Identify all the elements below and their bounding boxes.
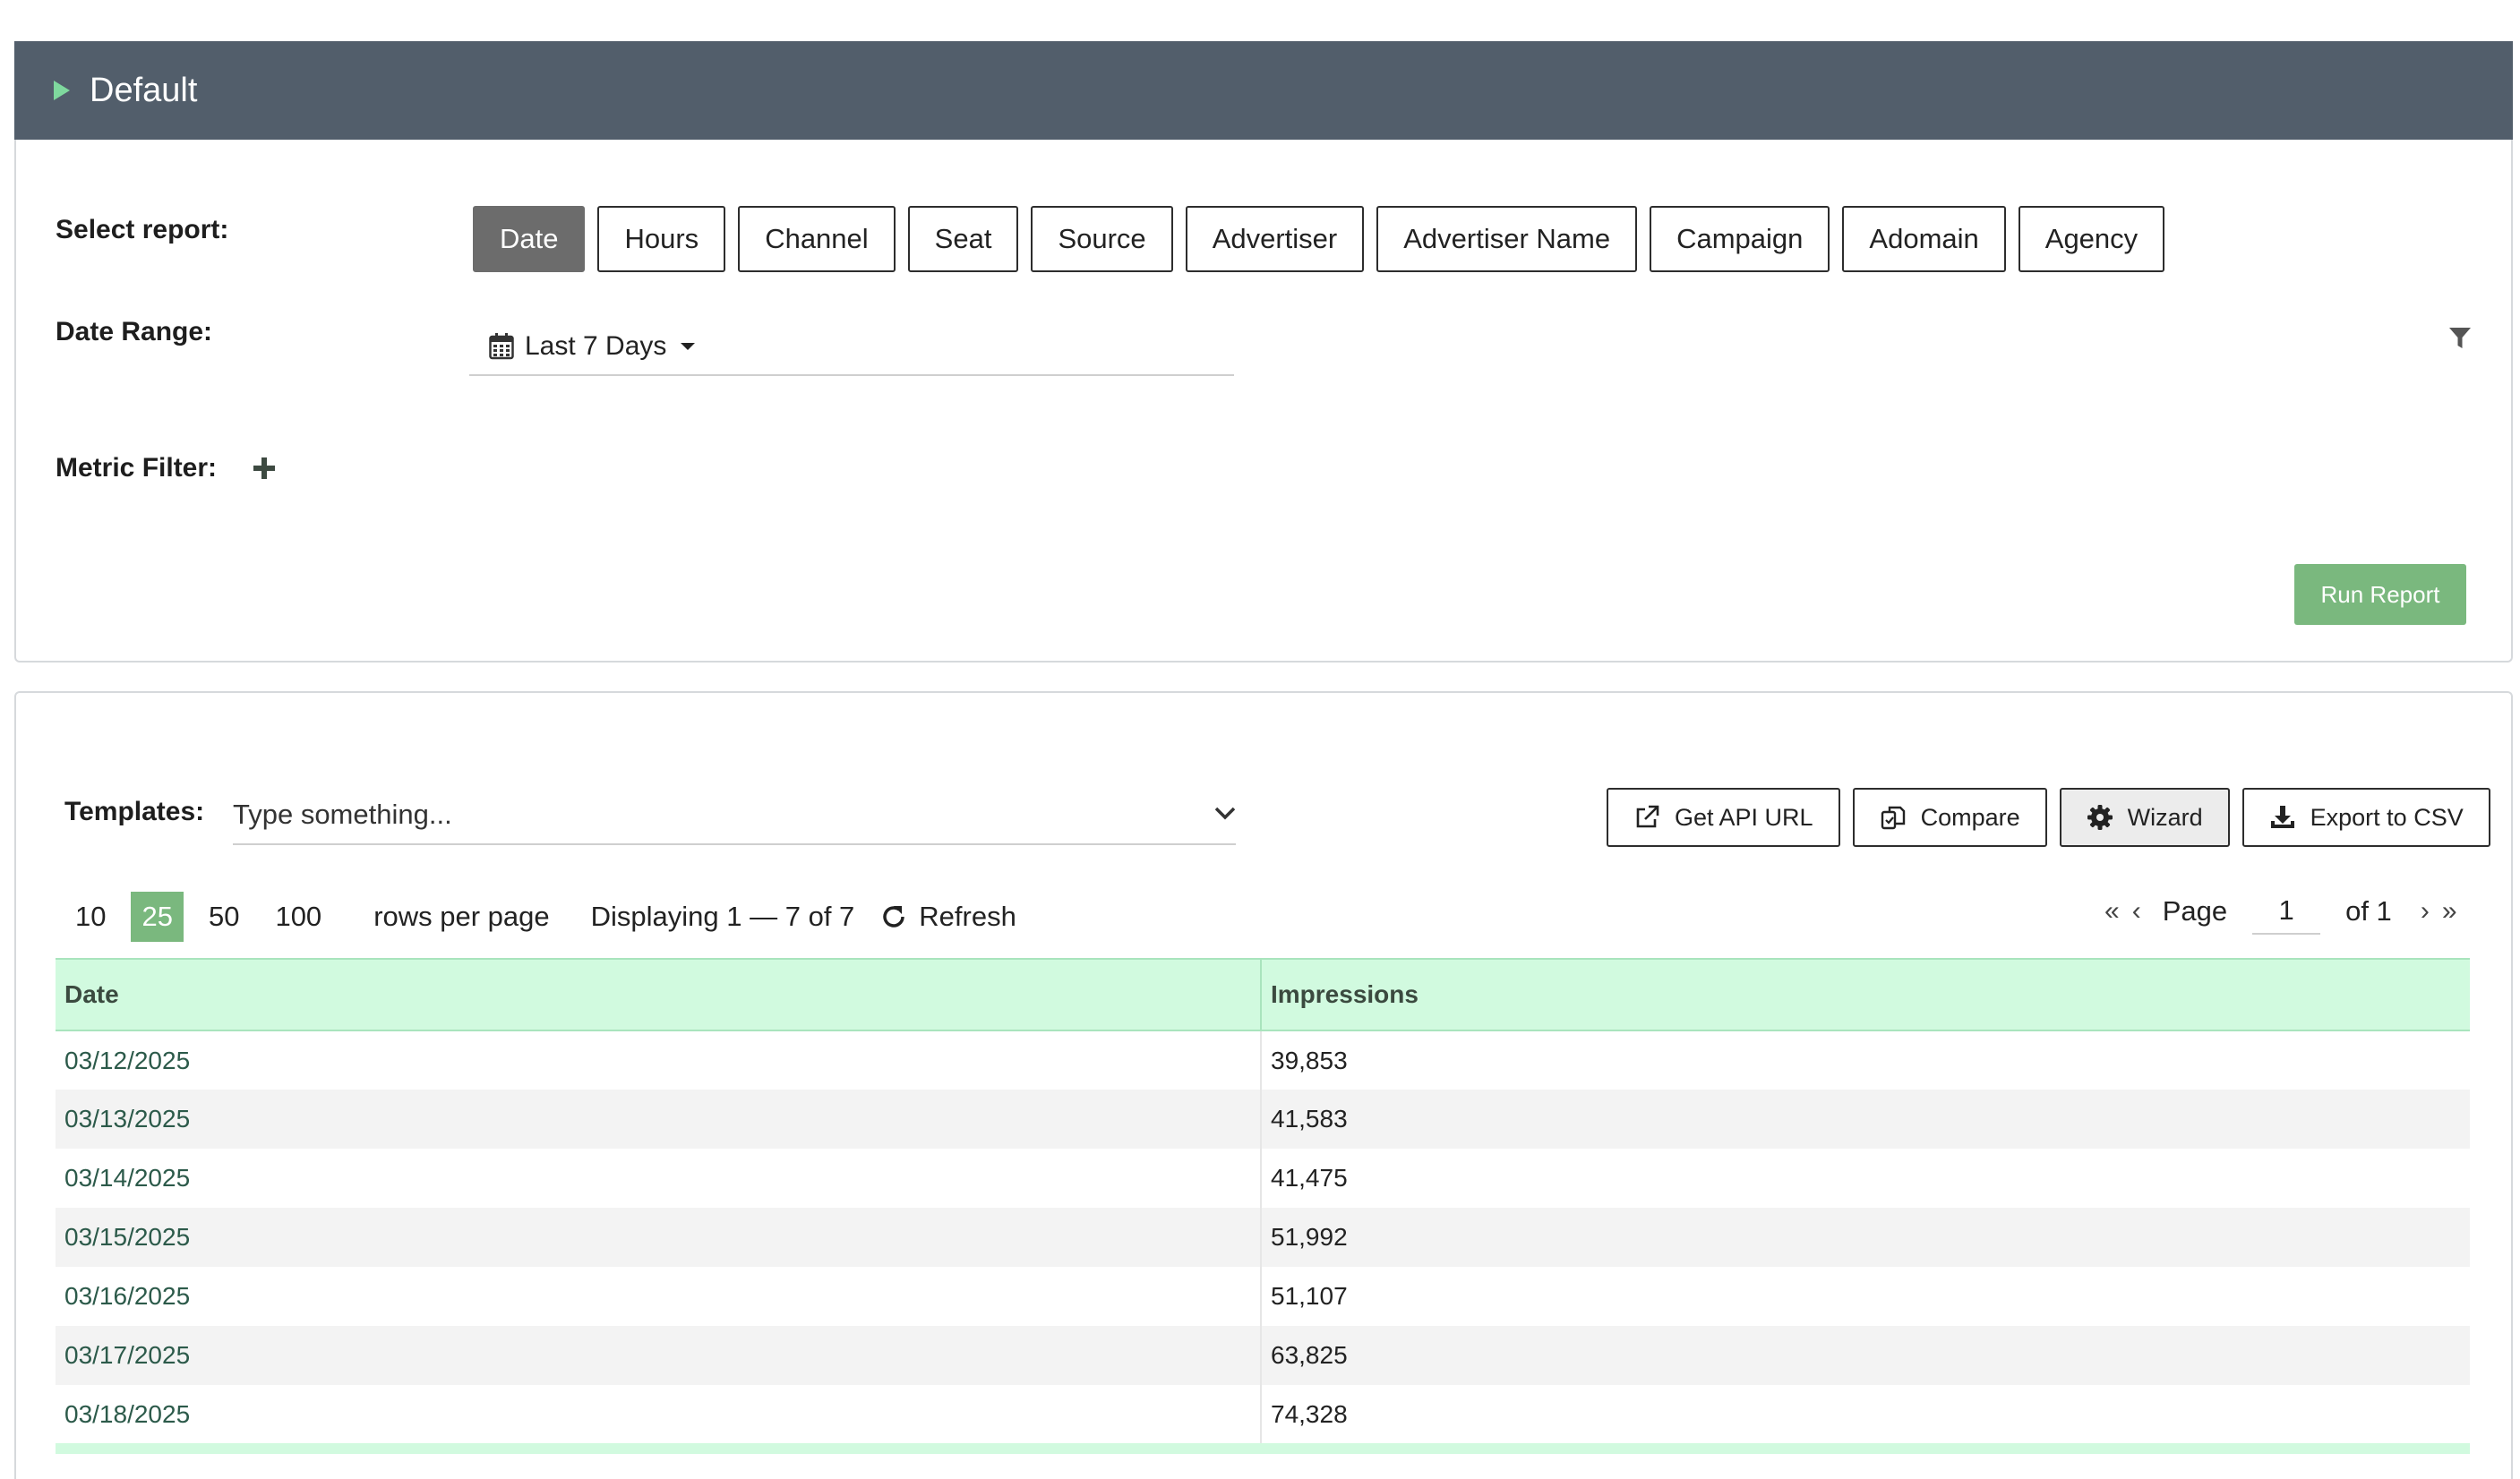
report-button-channel[interactable]: Channel [738, 206, 896, 272]
select-report-label: Select report: [56, 215, 229, 244]
report-table: Date Impressions 03/12/2025 39,853 03/13/2… [56, 958, 2470, 1444]
compare-label: Compare [1920, 803, 2020, 831]
section-header[interactable]: Default [14, 41, 2513, 140]
report-button-campaign[interactable]: Campaign [1650, 206, 1830, 272]
copy-icon [1881, 806, 1905, 830]
page-total: of 1 [2345, 895, 2392, 927]
rows-per-page-label: rows per page [373, 901, 550, 932]
wizard-button[interactable]: Wizard [2059, 788, 2230, 847]
impressions-cell: 41,475 [1271, 1164, 1348, 1192]
table-header-row: Date Impressions [56, 958, 2470, 1031]
rows-per-page-controls: 10 25 50 100 rows per page Displaying 1 … [64, 892, 1016, 942]
date-cell: 03/16/2025 [56, 1267, 1262, 1326]
report-button-advertiser-name[interactable]: Advertiser Name [1376, 206, 1638, 272]
report-button-agency[interactable]: Agency [2018, 206, 2165, 272]
refresh-icon [883, 906, 905, 928]
impressions-cell: 39,853 [1271, 1046, 1348, 1074]
templates-placeholder: Type something... [233, 799, 452, 830]
page-navigation: « ‹ Page of 1 › » [2101, 886, 2461, 936]
column-header-date[interactable]: Date [56, 958, 1262, 1031]
date-cell: 03/12/2025 [56, 1030, 1262, 1090]
first-page-icon[interactable]: « [2101, 896, 2123, 927]
filter-icon[interactable] [2448, 326, 2472, 351]
impressions-cell: 74,328 [1271, 1400, 1348, 1428]
impressions-cell: 63,825 [1261, 1326, 2470, 1385]
page-label: Page [2162, 895, 2228, 927]
impressions-cell: 41,583 [1261, 1090, 2470, 1149]
report-settings-panel: Default [14, 41, 2513, 663]
page-size-50[interactable]: 50 [198, 892, 250, 942]
report-button-advertiser[interactable]: Advertiser [1185, 206, 1365, 272]
report-button-hours[interactable]: Hours [597, 206, 726, 272]
date-cell: 03/14/2025 [56, 1149, 1262, 1208]
add-metric-filter-icon[interactable] [253, 457, 276, 480]
table-row: 03/13/2025 41,583 [56, 1090, 2470, 1149]
date-cell: 03/17/2025 [56, 1326, 1262, 1385]
page-number-input[interactable] [2252, 888, 2321, 935]
run-report-button[interactable]: Run Report [2294, 564, 2466, 625]
compare-button[interactable]: Compare [1852, 788, 2047, 847]
table-footer-row [56, 1443, 2470, 1454]
table-row: 03/17/2025 63,825 [56, 1326, 2470, 1385]
column-header-impressions[interactable]: Impressions [1261, 958, 2470, 1031]
calendar-icon [489, 333, 514, 360]
get-api-url-label: Get API URL [1675, 803, 1813, 831]
gear-icon [2087, 805, 2113, 830]
chevron-down-icon [1214, 807, 1236, 820]
page-size-25[interactable]: 25 [131, 892, 184, 942]
date-cell: 03/13/2025 [56, 1090, 1262, 1149]
get-api-url-button[interactable]: Get API URL [1607, 788, 1840, 847]
external-link-icon [1636, 805, 1659, 828]
next-page-icon[interactable]: › [2417, 896, 2433, 927]
report-button-seat[interactable]: Seat [907, 206, 1019, 272]
last-page-icon[interactable]: » [2439, 896, 2461, 927]
caret-down-icon [681, 343, 696, 350]
table-row: 03/16/2025 51,107 [56, 1267, 2470, 1326]
table-row: 03/18/2025 74,328 [56, 1385, 2470, 1444]
templates-select[interactable]: Type something... [233, 786, 1236, 845]
page-size-10[interactable]: 10 [64, 892, 116, 942]
export-csv-label: Export to CSV [2310, 803, 2464, 831]
table-row: 03/12/2025 39,853 [56, 1030, 2470, 1090]
date-cell: 03/15/2025 [56, 1208, 1262, 1267]
date-cell: 03/18/2025 [56, 1385, 1262, 1444]
impressions-cell: 51,107 [1271, 1282, 1348, 1310]
table-row: 03/14/2025 41,475 [56, 1149, 2470, 1208]
table-row: 03/15/2025 51,992 [56, 1208, 2470, 1267]
displaying-count: Displaying 1 — 7 of 7 [590, 901, 855, 932]
wizard-label: Wizard [2127, 803, 2203, 831]
report-button-source[interactable]: Source [1031, 206, 1173, 272]
report-button-date[interactable]: Date [473, 206, 586, 272]
refresh-label: Refresh [919, 901, 1016, 932]
report-type-buttons: Date Hours Channel Seat Source Advertiser Adve… [473, 206, 2177, 272]
date-range-value: Last 7 Days [525, 331, 667, 361]
expand-caret-icon[interactable] [54, 81, 70, 100]
page-size-100[interactable]: 100 [264, 892, 332, 942]
report-tools: Get API URL Compare Wizard Export to CSV [1607, 788, 2503, 847]
metric-filter-label: Metric Filter: [56, 453, 218, 483]
download-icon [2270, 806, 2294, 828]
report-button-adomain[interactable]: Adomain [1842, 206, 2006, 272]
date-range-label: Date Range: [56, 317, 213, 346]
date-range-picker[interactable]: Last 7 Days [469, 319, 1234, 376]
prev-page-icon[interactable]: ‹ [2129, 896, 2145, 927]
refresh-button[interactable]: Refresh [881, 901, 1016, 933]
section-title: Default [90, 71, 198, 109]
impressions-cell: 51,992 [1261, 1208, 2470, 1267]
export-csv-button[interactable]: Export to CSV [2241, 788, 2490, 847]
templates-label: Templates: [64, 797, 205, 826]
